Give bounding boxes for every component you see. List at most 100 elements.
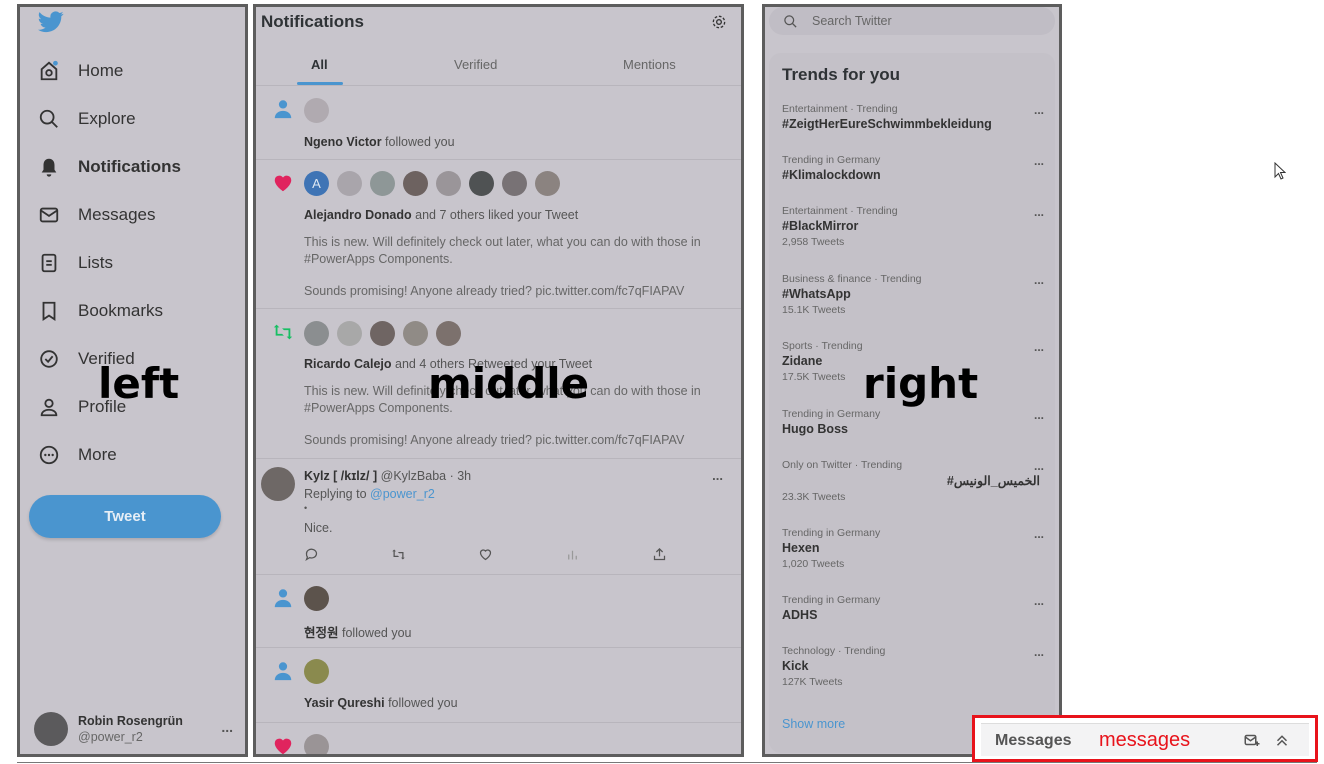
trend-item[interactable]: Trending in Germany Hugo Boss ... — [782, 408, 1044, 436]
trend-count: 1,020 Tweets — [782, 558, 845, 570]
avatar[interactable] — [337, 321, 362, 346]
author-handle[interactable]: @KylzBaba · 3h — [381, 469, 472, 483]
nav-notifications[interactable]: Notifications — [38, 152, 181, 182]
nav-explore-label: Explore — [78, 109, 136, 128]
avatar[interactable] — [403, 321, 428, 346]
retweet-icon[interactable] — [391, 547, 406, 562]
nav-bookmarks[interactable]: Bookmarks — [38, 296, 163, 326]
more-icon[interactable]: ... — [1034, 154, 1044, 168]
notification-text: Yasir Qureshi followed you — [304, 696, 458, 710]
avatar[interactable] — [535, 171, 560, 196]
more-icon[interactable]: ... — [1034, 103, 1044, 117]
trend-item[interactable]: Technology · Trending Kick 127K Tweets .… — [782, 645, 1044, 688]
nav-lists[interactable]: Lists — [38, 248, 113, 278]
trend-item[interactable]: Business & finance · Trending #WhatsApp … — [782, 273, 1044, 316]
trend-category: Sports · Trending — [782, 340, 863, 352]
tweet-preview: This is new. Will definitely check out l… — [304, 235, 701, 266]
actor-name[interactable]: Yasir Qureshi — [304, 696, 385, 710]
nav-bookmarks-label: Bookmarks — [78, 301, 164, 320]
mention-link[interactable]: @power_r2 — [370, 487, 435, 501]
more-icon[interactable]: ... — [1034, 645, 1044, 659]
tab-verified[interactable]: Verified — [454, 57, 497, 72]
trend-category: Trending in Germany — [782, 154, 881, 166]
actor-name[interactable]: 현정원 — [304, 626, 339, 640]
new-message-icon[interactable] — [1243, 731, 1261, 749]
tweet-actions — [304, 547, 739, 562]
actor-name[interactable]: Alejandro Donado — [304, 208, 412, 222]
tweet-button[interactable]: Tweet — [29, 495, 221, 538]
more-icon[interactable]: ... — [1034, 527, 1044, 541]
tweet-preview: Sounds promising! Anyone already tried? … — [304, 433, 685, 447]
tab-bar: All Verified Mentions — [256, 49, 741, 86]
list-item[interactable]: Kylz [ /kɪlz/ ] @KylzBaba · 3h ... Reply… — [256, 458, 741, 575]
person-icon — [40, 398, 58, 417]
more-icon[interactable]: ... — [1034, 273, 1044, 287]
avatar[interactable] — [370, 171, 395, 196]
avatar[interactable] — [261, 467, 295, 501]
avatar[interactable] — [469, 171, 494, 196]
trend-name: #WhatsApp — [782, 287, 851, 301]
list-item[interactable]: Ngeno Victor followed you — [256, 86, 741, 160]
list-item[interactable]: 현정원 followed you — [256, 574, 741, 648]
trend-item[interactable]: Only on Twitter · Trending #الخميس_الوني… — [782, 459, 1044, 503]
more-icon[interactable]: ... — [1034, 408, 1044, 422]
trend-item[interactable]: Trending in Germany #Klimalockdown ... — [782, 154, 1044, 182]
divider — [17, 762, 1317, 763]
reply-icon[interactable] — [304, 547, 319, 562]
tweet-preview: Sounds promising! Anyone already tried? … — [304, 284, 685, 298]
tab-all[interactable]: All — [311, 57, 328, 72]
list-item[interactable] — [256, 722, 741, 754]
avatar[interactable] — [304, 98, 329, 123]
show-more-link[interactable]: Show more — [782, 717, 845, 731]
trend-item[interactable]: Entertainment · Trending #ZeigtHerEureSc… — [782, 103, 1044, 131]
avatar[interactable] — [337, 171, 362, 196]
trends-sidebar: Search Twitter Trends for you Entertainm… — [762, 4, 1062, 757]
avatar[interactable] — [304, 321, 329, 346]
trend-category: Business & finance · Trending — [782, 273, 922, 285]
gear-icon[interactable] — [711, 14, 727, 30]
trend-item[interactable]: Entertainment · Trending #BlackMirror 2,… — [782, 205, 1044, 248]
nav-more[interactable]: More — [38, 440, 117, 470]
avatar[interactable] — [304, 586, 329, 611]
more-icon[interactable]: ... — [1034, 205, 1044, 219]
list-item[interactable]: Yasir Qureshi followed you — [256, 647, 741, 723]
chevron-up-icon[interactable] — [1273, 731, 1291, 749]
trend-item[interactable]: Trending in Germany ADHS ... — [782, 594, 1044, 622]
more-icon[interactable]: ... — [712, 468, 723, 483]
trend-category: Trending in Germany — [782, 408, 881, 420]
avatar[interactable] — [436, 321, 461, 346]
overlay-label-middle: middle — [428, 359, 590, 408]
nav-home[interactable]: Home — [38, 56, 123, 86]
avatar[interactable] — [370, 321, 395, 346]
avatar[interactable] — [304, 659, 329, 684]
account-switcher[interactable]: Robin Rosengrün @power_r2 ... — [34, 709, 239, 749]
active-tab-indicator — [297, 82, 343, 85]
actor-name[interactable]: Ricardo Calejo — [304, 357, 392, 371]
search-input[interactable]: Search Twitter — [812, 14, 892, 28]
messages-drawer[interactable]: Messages messages — [981, 723, 1309, 756]
avatar[interactable] — [502, 171, 527, 196]
more-icon[interactable]: ... — [1034, 459, 1044, 473]
share-icon[interactable] — [652, 547, 667, 562]
avatar[interactable]: A — [304, 171, 329, 196]
avatar[interactable] — [436, 171, 461, 196]
author-name[interactable]: Kylz [ /kɪlz/ ] — [304, 469, 377, 483]
avatar[interactable] — [304, 734, 329, 754]
more-icon[interactable]: ... — [1034, 594, 1044, 608]
replying-prefix: Replying to — [304, 487, 371, 501]
twitter-logo-icon[interactable] — [38, 11, 64, 33]
trend-category: Only on Twitter · Trending — [782, 459, 903, 471]
analytics-icon[interactable] — [565, 547, 580, 562]
like-icon[interactable] — [478, 547, 493, 562]
actor-name[interactable]: Ngeno Victor — [304, 135, 382, 149]
trend-item[interactable]: Trending in Germany Hexen 1,020 Tweets .… — [782, 527, 1044, 570]
more-icon[interactable]: ... — [1034, 340, 1044, 354]
tab-mentions[interactable]: Mentions — [623, 57, 676, 72]
search-bar[interactable]: Search Twitter — [769, 7, 1055, 35]
bell-icon — [41, 158, 57, 177]
nav-messages[interactable]: Messages — [38, 200, 155, 230]
nav-explore[interactable]: Explore — [38, 104, 136, 134]
avatar[interactable] — [403, 171, 428, 196]
more-icon[interactable]: ... — [221, 719, 233, 735]
list-item[interactable]: A Alejandro Donado and 7 others liked yo… — [256, 159, 741, 309]
